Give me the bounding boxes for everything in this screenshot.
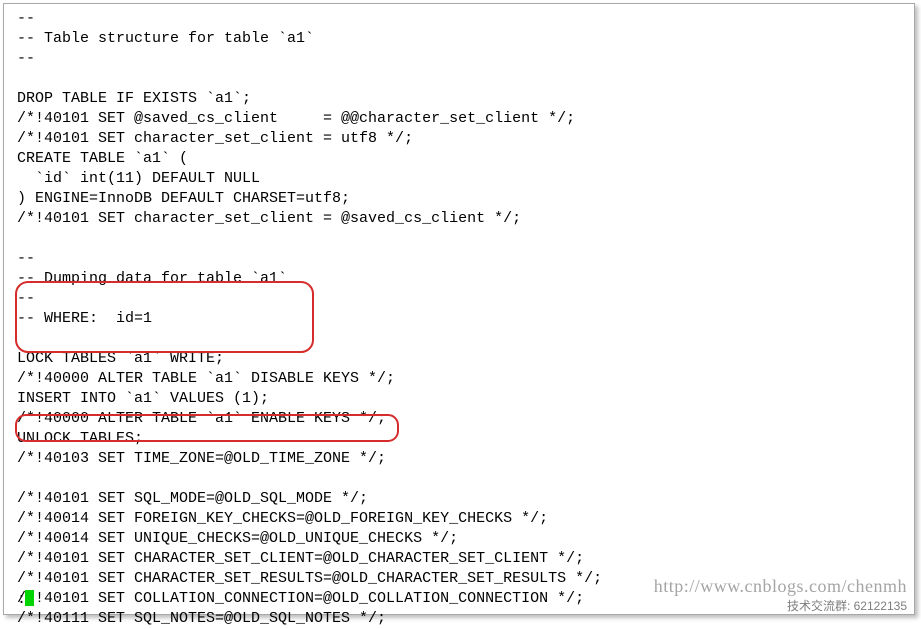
watermark-url: http://www.cnblogs.com/chenmh [654, 576, 907, 597]
terminal-frame: -- -- Table structure for table `a1` -- … [3, 3, 915, 615]
watermark-qq: 技术交流群: 62122135 [787, 597, 907, 614]
code-block: -- -- Table structure for table `a1` -- … [17, 9, 904, 629]
cursor-icon [25, 590, 34, 606]
